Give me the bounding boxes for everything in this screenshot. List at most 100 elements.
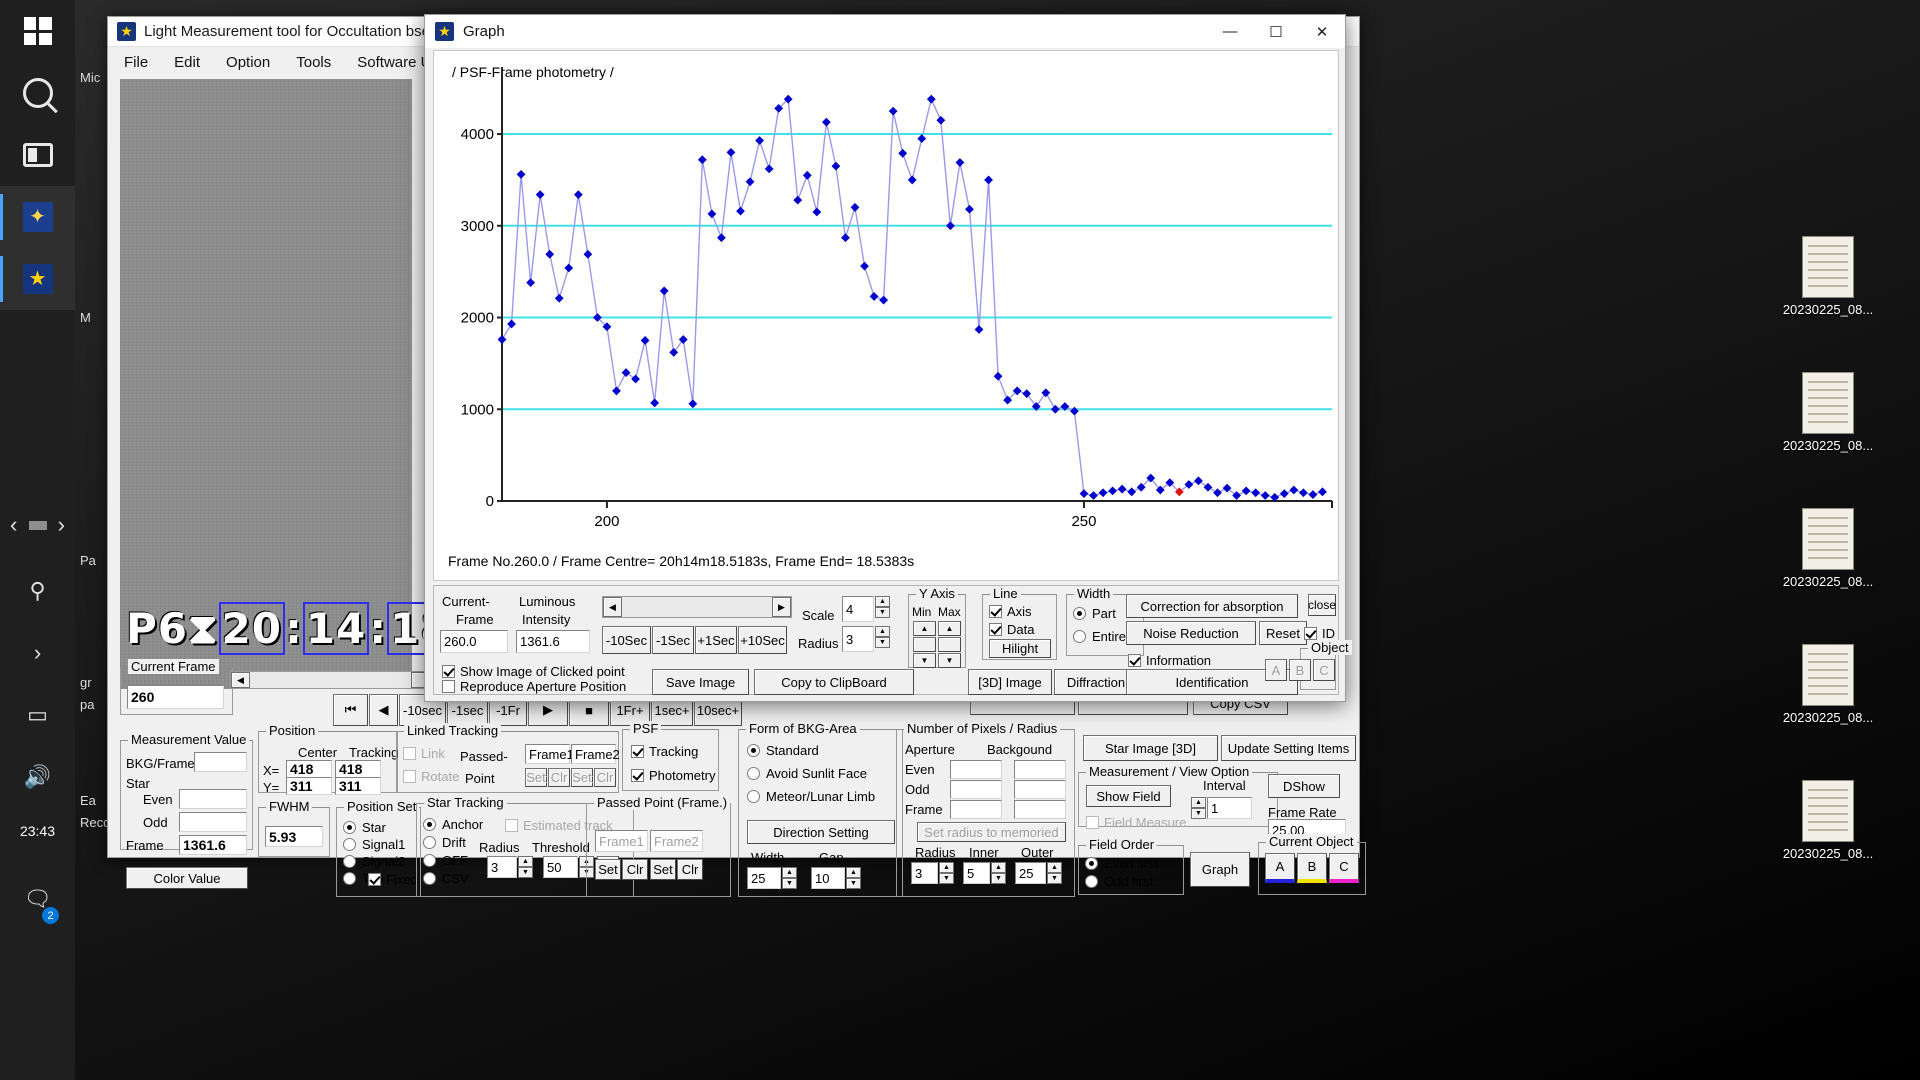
graph-object-c-button[interactable]: C <box>1313 659 1335 681</box>
menu-file[interactable]: File <box>124 54 148 71</box>
stepper-down-icon[interactable]: ▼ <box>875 607 890 618</box>
information-checkbox[interactable]: Information <box>1128 653 1211 668</box>
taskbar-feedback[interactable]: 🗨 2 <box>0 868 75 930</box>
width-part-radio[interactable]: Part <box>1073 606 1116 621</box>
prev-frame-button[interactable]: ◀ <box>369 694 398 726</box>
bkg-frame-input[interactable] <box>194 752 247 772</box>
pp-frame2-input[interactable]: Frame2 <box>650 830 703 852</box>
stepper-down-icon[interactable]: ▼ <box>1191 808 1206 819</box>
linked-clr2-button[interactable]: Clr <box>594 768 616 787</box>
stepper-up-icon[interactable]: ▲ <box>518 856 533 867</box>
star-tracking-drift[interactable]: Drift <box>423 835 466 850</box>
y-min-up-icon[interactable]: ▲ <box>913 621 936 636</box>
field-measure-checkbox[interactable]: Field Measure <box>1086 815 1186 830</box>
position-set-signal2[interactable]: Signal2 <box>343 854 405 869</box>
stepper-down-icon[interactable]: ▼ <box>782 878 797 889</box>
graph-current-frame-input[interactable]: 260.0 <box>440 630 508 653</box>
current-frame-input[interactable]: 260 <box>127 685 224 709</box>
object-b-button[interactable]: B <box>1297 853 1327 883</box>
px-even-background-input[interactable] <box>1014 760 1066 779</box>
link-checkbox[interactable]: Link <box>403 746 445 761</box>
list-item[interactable]: 20230225_08... <box>1748 644 1908 725</box>
line-data-checkbox[interactable]: Data <box>989 622 1034 637</box>
list-item[interactable]: 20230225_08... <box>1748 508 1908 589</box>
psf-photometry-checkbox[interactable]: Photometry <box>631 768 715 783</box>
graph-button[interactable]: Graph <box>1190 852 1250 887</box>
interval-stepper[interactable]: ▲ ▼ <box>1191 797 1206 819</box>
pp-clr2-button[interactable]: Clr <box>677 859 703 880</box>
bkg-avoid-sunlit[interactable]: Avoid Sunlit Face <box>747 766 867 781</box>
bkg-width-stepper[interactable]: ▲ ▼ <box>782 867 797 889</box>
pp-set1-button[interactable]: Set <box>595 859 621 880</box>
list-item[interactable]: 20230225_08... <box>1748 780 1908 861</box>
linked-set2-button[interactable]: Set <box>571 768 593 787</box>
stepper-down-icon[interactable]: ▼ <box>1047 873 1062 884</box>
star-tracking-anchor[interactable]: Anchor <box>423 817 483 832</box>
taskbar-app-lightmeasure[interactable] <box>0 248 75 310</box>
start-button[interactable] <box>0 0 75 62</box>
scale-stepper[interactable]: ▲ ▼ <box>875 596 890 618</box>
pp-set2-button[interactable]: Set <box>650 859 676 880</box>
pr-inner-stepper[interactable]: ▲ ▼ <box>991 862 1006 884</box>
scale-input[interactable]: 4 <box>842 596 874 622</box>
taskbar-clock[interactable]: 23:43 <box>0 808 75 848</box>
x-tracking-input[interactable]: 418 <box>335 760 381 778</box>
taskbar-scroll-thumb[interactable] <box>28 520 47 530</box>
taskbar-search[interactable] <box>0 62 75 124</box>
bkg-standard[interactable]: Standard <box>747 743 819 758</box>
dshow-button[interactable]: DShow <box>1268 774 1340 798</box>
pr-inner-input[interactable]: 5 <box>963 862 990 884</box>
graph-radius-stepper[interactable]: ▲ ▼ <box>875 626 890 648</box>
st-radius-stepper[interactable]: ▲ ▼ <box>518 856 533 878</box>
star-tracking-csv[interactable]: CSV <box>423 871 469 886</box>
field-order-odd-first[interactable]: Odd first <box>1085 874 1153 889</box>
forward-10sec-button[interactable]: +10Sec <box>738 626 787 654</box>
linked-frame2-input[interactable]: Frame2 <box>571 744 620 764</box>
bkg-meteor-lunar[interactable]: Meteor/Lunar Limb <box>747 789 875 804</box>
reproduce-aperture-checkbox[interactable]: Reproduce Aperture Position <box>442 679 626 694</box>
pr-outer-input[interactable]: 25 <box>1015 862 1046 884</box>
direction-setting-button[interactable]: Direction Setting <box>747 820 895 844</box>
width-entire-radio[interactable]: Entire <box>1073 629 1126 644</box>
rotate-checkbox[interactable]: Rotate <box>403 769 459 784</box>
y-tracking-input[interactable]: 311 <box>335 777 381 795</box>
psf-tracking-checkbox[interactable]: Tracking <box>631 744 698 759</box>
fixed-checkbox[interactable]: Fixed <box>368 872 418 887</box>
field-order-even-first[interactable]: Even first <box>1085 856 1158 871</box>
graph-radius-input[interactable]: 3 <box>842 626 874 652</box>
close-icon[interactable]: ✕ <box>1299 15 1345 48</box>
stepper-down-icon[interactable]: ▼ <box>846 878 861 889</box>
graph-titlebar[interactable]: Graph — ☐ ✕ <box>425 15 1345 48</box>
linked-frame1-input[interactable]: Frame1 <box>525 744 574 764</box>
star-image-3d-button[interactable]: Star Image [3D] <box>1083 735 1218 761</box>
bkg-width-input[interactable]: 25 <box>747 867 781 889</box>
stepper-down-icon[interactable]: ▼ <box>875 637 890 648</box>
show-field-button[interactable]: Show Field <box>1086 785 1171 807</box>
star-frame-input[interactable]: 1361.6 <box>179 835 247 855</box>
fwhm-input[interactable]: 5.93 <box>265 826 323 847</box>
y-max-down-icon[interactable]: ▼ <box>938 653 961 668</box>
forward-1sec-button[interactable]: +1Sec <box>695 626 737 654</box>
px-even-aperture-input[interactable] <box>950 760 1002 779</box>
stepper-up-icon[interactable]: ▲ <box>875 596 890 607</box>
rewind-button[interactable]: ⏮ <box>333 694 368 726</box>
menu-tools[interactable]: Tools <box>296 54 331 71</box>
close-graph-button[interactable]: close <box>1308 594 1336 616</box>
menu-edit[interactable]: Edit <box>174 54 200 71</box>
y-min-mid-button[interactable] <box>913 637 936 652</box>
save-image-button[interactable]: Save Image <box>652 669 749 695</box>
stepper-up-icon[interactable]: ▲ <box>991 862 1006 873</box>
photometry-chart[interactable]: 0 1000 2000 3000 4000 200 250 <box>434 51 1340 551</box>
taskbar-overflow[interactable]: › <box>0 622 75 684</box>
px-frame-background-input[interactable] <box>1014 800 1066 819</box>
stepper-down-icon[interactable]: ▼ <box>991 873 1006 884</box>
star-odd-input[interactable] <box>179 812 247 832</box>
pr-outer-stepper[interactable]: ▲ ▼ <box>1047 862 1062 884</box>
stepper-up-icon[interactable]: ▲ <box>1191 797 1206 808</box>
pp-frame1-input[interactable]: Frame1 <box>595 830 648 852</box>
graph-object-b-button[interactable]: B <box>1289 659 1311 681</box>
star-tracking-off[interactable]: OFF <box>423 853 468 868</box>
copy-clipboard-button[interactable]: Copy to ClipBoard <box>754 669 914 695</box>
px-odd-aperture-input[interactable] <box>950 780 1002 799</box>
bkg-gap-stepper[interactable]: ▲ ▼ <box>846 867 861 889</box>
